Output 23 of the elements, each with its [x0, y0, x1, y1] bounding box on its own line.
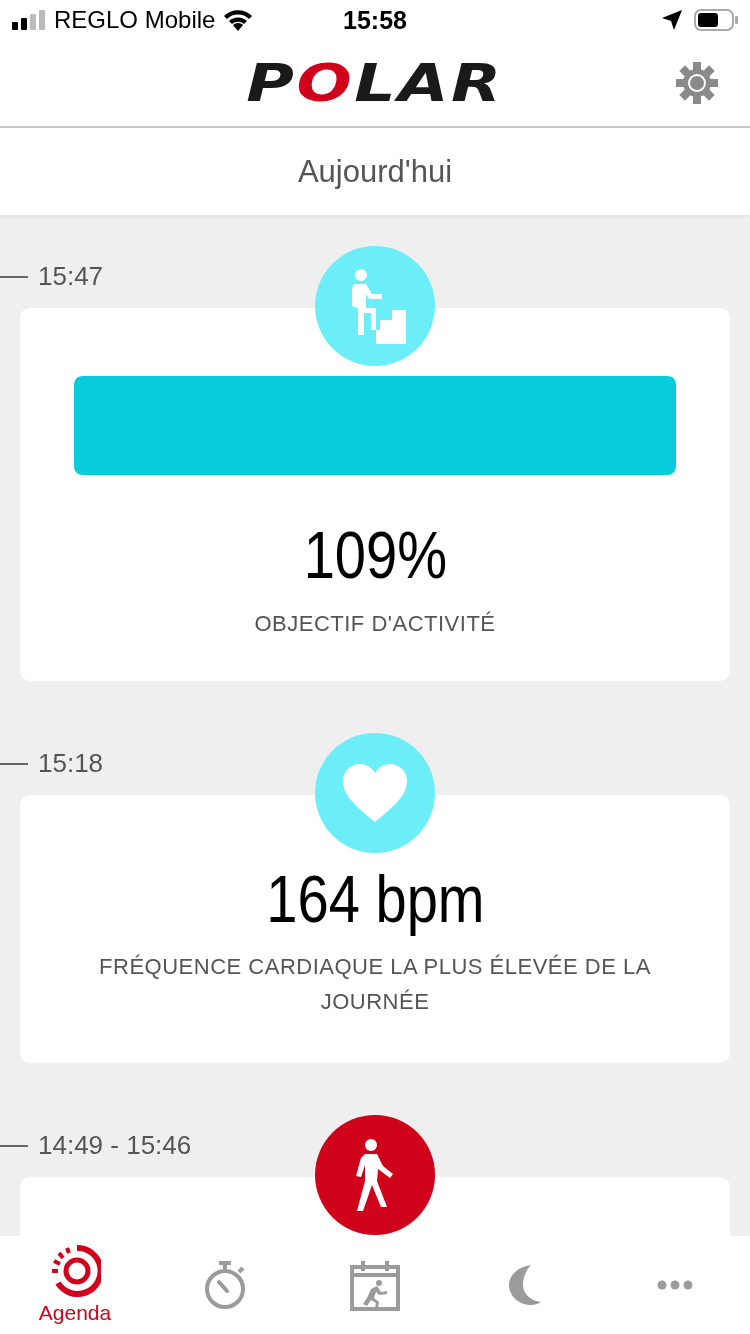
wifi-icon	[223, 9, 254, 31]
entry-time: 14:49 - 15:46	[38, 1129, 192, 1161]
target-icon	[49, 1245, 101, 1297]
entry-time: 15:18	[38, 747, 104, 779]
tab-button[interactable]: Agenda	[0, 1236, 150, 1334]
goal-value: 109%	[303, 519, 447, 592]
entry-time: 15:47	[38, 261, 104, 292]
heart-rate-label: FRÉQUENCE CARDIAQUE LA PLUS ÉLEVÉE DE LA JOURNÉE	[98, 953, 652, 1017]
heart-rate-value: 164 bpm	[265, 862, 485, 936]
settings-icon[interactable]	[676, 62, 718, 104]
heart-icon	[343, 763, 407, 822]
battery-icon	[694, 9, 738, 31]
calendar-runner-icon	[349, 1259, 401, 1311]
goal-label: OBJECTIF D'ACTIVITÉ	[254, 609, 496, 638]
signal-icon	[12, 10, 46, 30]
moon-icon	[509, 1265, 541, 1305]
more-icon	[657, 1280, 693, 1290]
location-arrow-icon	[662, 10, 682, 30]
polar-logo: POLAR	[246, 53, 504, 113]
clock: 15:58	[342, 5, 408, 35]
stopwatch-icon	[203, 1260, 247, 1310]
day-title: Aujourd'hui	[297, 153, 453, 190]
carrier-name: REGLO Mobile	[54, 6, 216, 34]
